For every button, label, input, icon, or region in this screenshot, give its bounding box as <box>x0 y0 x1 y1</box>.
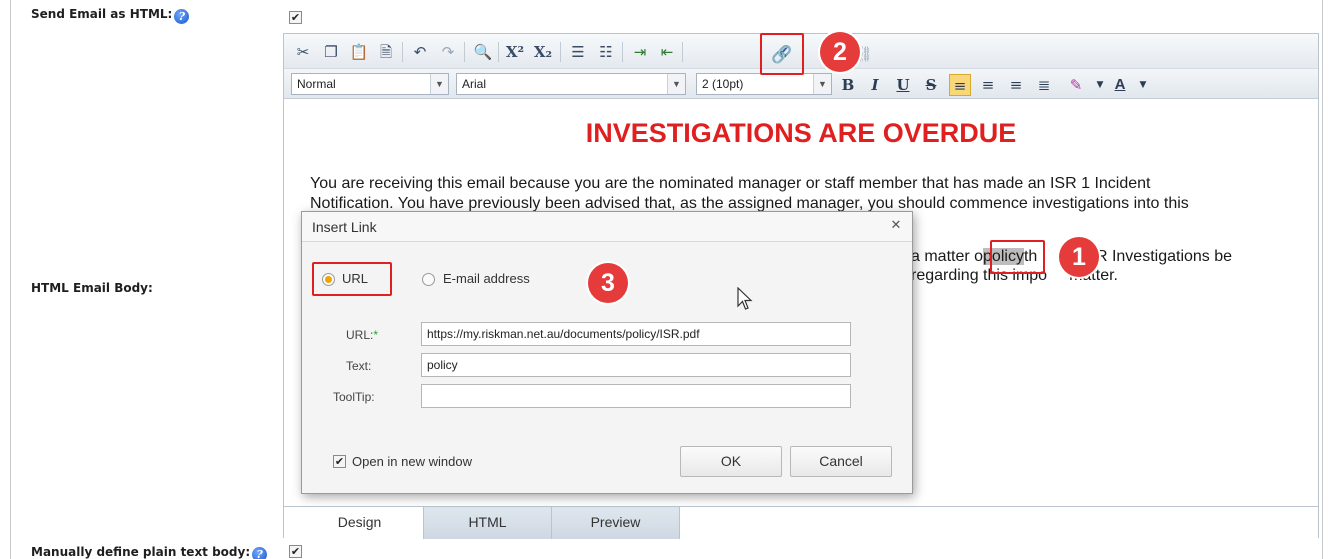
url-label-text: URL: <box>346 328 374 342</box>
chevron-down-icon[interactable]: ▼ <box>1089 74 1111 96</box>
justify-icon[interactable]: ≣ <box>1033 74 1055 96</box>
mouse-cursor-icon <box>737 287 753 310</box>
paste-word-icon[interactable]: 🗎 <box>375 41 397 63</box>
toolbar-divider <box>498 42 499 62</box>
unordered-list-icon[interactable]: ☷ <box>595 41 617 63</box>
underline-icon[interactable]: U <box>892 74 914 96</box>
chevron-down-icon[interactable]: ▼ <box>1132 74 1154 96</box>
font-color-icon[interactable]: A <box>1109 74 1131 96</box>
open-new-window-label: Open in new window <box>352 454 472 469</box>
text-field-label: Text: <box>346 359 372 373</box>
editor-mode-tabs: Design HTML Preview <box>284 506 1318 539</box>
close-icon[interactable]: ✕ <box>888 218 904 234</box>
font-size-value: 2 (10pt) <box>702 77 744 91</box>
tooltip-input[interactable] <box>421 384 851 408</box>
cut-icon[interactable]: ✂ <box>292 41 314 63</box>
manual-plain-row-label: Manually define plain text body:? <box>31 545 268 559</box>
indent-icon[interactable]: ⇥ <box>629 41 651 63</box>
email-headline: INVESTIGATIONS ARE OVERDUE <box>585 118 1017 148</box>
help-icon[interactable]: ? <box>252 547 268 559</box>
url-radio-label: URL <box>342 271 369 286</box>
redo-icon[interactable]: ↷ <box>437 41 459 63</box>
subscript-icon[interactable]: X₂ <box>532 41 554 63</box>
callout-badge-1: 1 <box>1059 237 1099 277</box>
send-html-checkbox[interactable]: ✔ <box>289 11 302 24</box>
callout-badge-2: 2 <box>820 32 860 72</box>
italic-icon[interactable]: I <box>864 74 886 96</box>
tooltip-field-label: ToolTip: <box>333 390 375 404</box>
align-left-icon[interactable]: ≡ <box>949 74 971 96</box>
align-right-icon[interactable]: ≡ <box>1005 74 1027 96</box>
toolbar-divider <box>560 42 561 62</box>
callout-badge-3: 3 <box>588 263 628 303</box>
body-text-segment: SR Investigations be <box>1085 248 1233 265</box>
tab-design[interactable]: Design <box>296 507 424 539</box>
policy-word-highlight <box>990 240 1045 274</box>
chevron-down-icon[interactable]: ▼ <box>667 74 685 94</box>
url-field-label: URL:* <box>346 328 378 342</box>
strikethrough-icon[interactable]: S <box>920 74 942 96</box>
url-radio[interactable] <box>322 273 335 286</box>
highlight-color-icon[interactable]: ✎ <box>1065 74 1087 96</box>
font-size-select[interactable]: 2 (10pt) ▼ <box>696 73 832 95</box>
body-text-segment: a matter o <box>911 248 984 265</box>
insert-link-dialog: Insert Link ✕ URL E-mail address 3 URL:*… <box>301 211 913 494</box>
chevron-down-icon[interactable]: ▼ <box>430 74 448 94</box>
paste-icon[interactable]: 📋 <box>348 41 370 63</box>
text-input[interactable]: policy <box>421 353 851 377</box>
url-input[interactable]: https://my.riskman.net.au/documents/poli… <box>421 322 851 346</box>
insert-link-icon[interactable]: 🔗 <box>771 44 793 66</box>
font-name-select[interactable]: Arial ▼ <box>456 73 686 95</box>
bold-icon[interactable]: B <box>837 74 859 96</box>
open-new-window-checkbox[interactable]: ✔ <box>333 455 346 468</box>
email-radio[interactable] <box>422 273 435 286</box>
toolbar-divider <box>682 42 683 62</box>
ok-button[interactable]: OK <box>680 446 782 477</box>
toolbar-divider <box>402 42 403 62</box>
cancel-button[interactable]: Cancel <box>790 446 892 477</box>
ordered-list-icon[interactable]: ☰ <box>567 41 589 63</box>
outdent-icon[interactable]: ⇤ <box>656 41 678 63</box>
superscript-icon[interactable]: X² <box>504 41 526 63</box>
manual-plain-checkbox[interactable]: ✔ <box>289 545 302 558</box>
html-body-label: HTML Email Body: <box>31 281 153 295</box>
tab-preview[interactable]: Preview <box>552 507 680 539</box>
dialog-title: Insert Link <box>302 212 912 242</box>
toolbar-divider <box>464 42 465 62</box>
manual-plain-label: Manually define plain text body: <box>31 545 251 559</box>
paragraph-style-value: Normal <box>297 77 336 91</box>
send-html-row-label: Send Email as HTML:? <box>31 7 190 24</box>
toolbar-divider <box>622 42 623 62</box>
align-center-icon[interactable]: ≡ <box>977 74 999 96</box>
send-html-label: Send Email as HTML: <box>31 7 173 21</box>
email-radio-label: E-mail address <box>443 271 530 286</box>
body-line-1: You are receiving this email because you… <box>310 175 1151 192</box>
chevron-down-icon[interactable]: ▼ <box>813 74 831 94</box>
required-mark: * <box>373 328 379 342</box>
help-icon[interactable]: ? <box>174 9 190 24</box>
paragraph-style-select[interactable]: Normal ▼ <box>291 73 449 95</box>
copy-icon[interactable]: ❐ <box>320 41 342 63</box>
undo-icon[interactable]: ↶ <box>409 41 431 63</box>
find-replace-icon[interactable]: 🔍 <box>472 41 494 63</box>
font-name-value: Arial <box>462 77 487 91</box>
tab-html[interactable]: HTML <box>424 507 552 539</box>
